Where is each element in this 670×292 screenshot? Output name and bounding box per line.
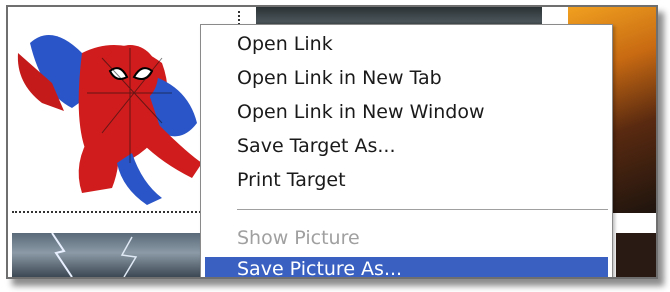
menu-item-show-picture[interactable]: Show Picture — [205, 223, 608, 253]
menu-item-print-target[interactable]: Print Target — [205, 165, 608, 195]
screenshot-frame: Open Link Open Link in New Tab Open Link… — [6, 5, 658, 279]
menu-item-save-target-as[interactable]: Save Target As... — [205, 131, 608, 161]
link-focus-outline-vertical — [238, 11, 240, 25]
context-menu: Open Link Open Link in New Tab Open Link… — [200, 24, 613, 277]
storm-thumbnail-image[interactable] — [12, 233, 200, 277]
spiderman-illustration — [17, 35, 202, 205]
menu-item-open-link-new-window[interactable]: Open Link in New Window — [205, 97, 608, 127]
menu-item-save-picture-as[interactable]: Save Picture As... — [205, 257, 608, 277]
brown-thumbnail-image[interactable] — [616, 233, 656, 277]
menu-separator — [237, 209, 608, 211]
link-focus-outline — [12, 211, 208, 213]
lightning-illustration — [51, 233, 138, 277]
spiderman-image[interactable] — [12, 13, 230, 211]
menu-item-open-link[interactable]: Open Link — [205, 29, 608, 59]
menu-item-open-link-new-tab[interactable]: Open Link in New Tab — [205, 63, 608, 93]
